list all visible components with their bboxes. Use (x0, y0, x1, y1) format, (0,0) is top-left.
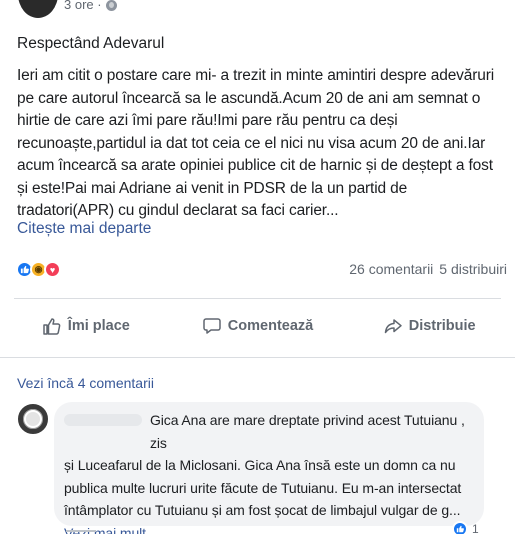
author-avatar[interactable] (18, 0, 58, 18)
see-more-link[interactable]: Citește mai departe (17, 220, 151, 238)
comment-text-line1: Gica Ana are mare dreptate privind acest… (150, 412, 465, 451)
like-label: Îmi place (67, 318, 130, 334)
divider (14, 298, 501, 299)
comment-reaction-count: 1 (472, 522, 479, 534)
comment-button[interactable]: Comentează (172, 300, 344, 352)
comment-text: Gica Ana are mare dreptate privind acest… (64, 409, 479, 534)
comment-label: Comentează (227, 318, 314, 334)
reaction-summary[interactable]: ◉ ♥ (16, 261, 61, 278)
comment-like-icon (452, 521, 468, 534)
comments-count[interactable]: 26 comentarii (349, 261, 433, 277)
engagement-counts: 26 comentarii 5 distribuiri (349, 261, 507, 277)
post-title: Respectând Adevarul (17, 35, 165, 52)
post-body: Ieri am citit o postare care mi- a trezi… (17, 67, 495, 219)
like-button[interactable]: Îmi place (0, 300, 172, 352)
post-meta: 3 ore · (64, 0, 117, 12)
share-icon (384, 319, 402, 334)
comment-icon (203, 318, 221, 334)
commenter-avatar[interactable] (18, 404, 48, 434)
post-header: 3 ore · (0, 0, 515, 22)
share-label: Distribuie (408, 318, 476, 334)
comment-footer-hint (66, 530, 96, 532)
comment-bubble: Gica Ana are mare dreptate privind acest… (54, 402, 484, 534)
comment-text-rest: și Luceafarul de la Miclosani. Gica Ana … (64, 457, 462, 518)
thumbs-up-icon (43, 318, 61, 335)
share-button[interactable]: Distribuie (343, 300, 515, 352)
love-icon: ♥ (44, 261, 61, 278)
comment-reactions[interactable]: 1 (452, 521, 479, 534)
post-time[interactable]: 3 ore · (64, 0, 102, 12)
comments-section: Vezi încă 4 comentarii Gica Ana are mare… (0, 357, 515, 534)
action-bar: Îmi place Comentează Distribuie (0, 300, 515, 352)
shares-count[interactable]: 5 distribuiri (439, 261, 507, 277)
globe-icon (105, 0, 117, 11)
view-more-comments-link[interactable]: Vezi încă 4 comentarii (17, 375, 154, 391)
